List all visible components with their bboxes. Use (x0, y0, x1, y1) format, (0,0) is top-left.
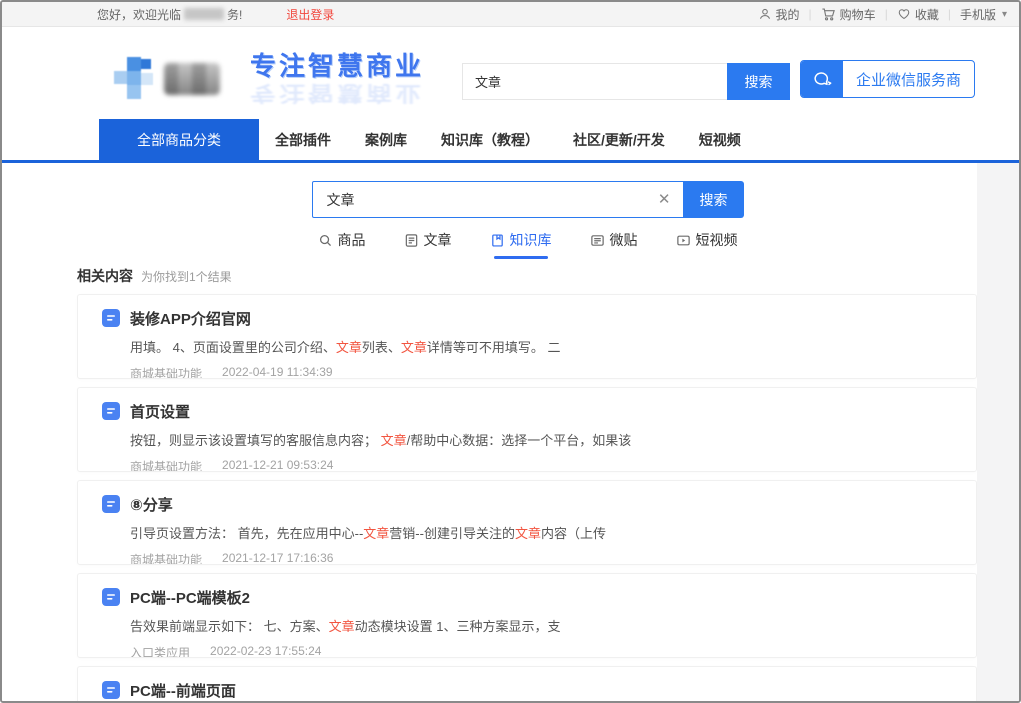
result-title[interactable]: PC端--前端页面 (130, 680, 236, 701)
site-header: 专注智慧商业 专注智慧商业 搜索 企业微信服务商 (2, 27, 1019, 119)
caret-down-icon: ▾ (1002, 9, 1007, 20)
search-tab-知识库[interactable]: 知识库 (490, 230, 552, 259)
result-snippet: 告效果前端显示如下： 七、方案、文章动态模块设置 1、三种方案显示，支 (102, 616, 952, 635)
logout-link[interactable]: 退出登录 (286, 6, 334, 23)
topbar-separator: | (809, 7, 812, 21)
result-meta: 入口类应用 2022-02-23 17:55:24 (102, 644, 952, 658)
result-card[interactable]: 首页设置 按钮，则显示该设置填写的客服信息内容； 文章/帮助中心数据：选择一个平… (77, 387, 977, 472)
result-title[interactable]: ⑧分享 (130, 494, 173, 515)
wechat-service-button[interactable]: 企业微信服务商 (800, 60, 975, 98)
topbar-link-收藏[interactable]: 收藏 (897, 6, 939, 23)
header-search-button[interactable]: 搜索 (727, 63, 790, 100)
result-title[interactable]: 首页设置 (130, 401, 190, 422)
topbar: 您好，欢迎光临 务! 退出登录 我的 | 购物车 | 收藏 | 手机版 ▾ (2, 2, 1019, 27)
greeting-suffix: 务! (227, 6, 242, 23)
result-date: 2022-02-23 17:55:24 (210, 644, 321, 658)
result-card[interactable]: PC端--PC端模板2 告效果前端显示如下： 七、方案、文章动态模块设置 1、三… (77, 573, 977, 658)
search-icon (318, 233, 333, 248)
result-meta: 商城基础功能 2022-04-19 11:34:39 (102, 365, 952, 379)
result-card[interactable]: ⑧分享 引导页设置方法： 首先，先在应用中心--文章营销--创建引导关注的文章内… (77, 480, 977, 565)
result-snippet: 引导页设置方法： 首先，先在应用中心--文章营销--创建引导关注的文章内容（上传 (102, 523, 952, 542)
user-icon (758, 7, 772, 21)
logo-pixel-icon (114, 55, 156, 103)
document-icon (102, 681, 120, 699)
document-icon (102, 402, 120, 420)
result-category: 商城基础功能 (130, 458, 202, 472)
search-tabs: 商品 文章 知识库 微贴 短视频 (19, 230, 1019, 259)
main-search: ✕ 搜索 (312, 181, 744, 218)
search-tab-短视频[interactable]: 短视频 (676, 230, 738, 259)
search-tab-微贴[interactable]: 微贴 (590, 230, 638, 259)
greeting-text: 您好，欢迎光临 务! (97, 6, 242, 23)
result-title[interactable]: PC端--PC端模板2 (130, 587, 250, 608)
result-snippet: 用填。 4、页面设置里的公司介绍、文章列表、文章详情等可不用填写。 二 (102, 337, 952, 356)
search-tab-商品[interactable]: 商品 (318, 230, 366, 259)
heart-icon (897, 7, 911, 21)
topbar-separator: | (948, 7, 951, 21)
site-logo[interactable]: 专注智慧商业 专注智慧商业 (114, 51, 424, 107)
main-nav: 全部商品分类 全部插件 案例库 知识库（教程） 社区/更新/开发 短视频 (2, 119, 1019, 163)
result-snippet: 按钮，则显示该设置填写的客服信息内容； 文章/帮助中心数据：选择一个平台，如果该 (102, 430, 952, 449)
slogan-reflection: 专注智慧商业 (250, 79, 424, 109)
result-date: 2021-12-17 17:16:36 (222, 551, 333, 565)
document-icon (102, 495, 120, 513)
search-tab-文章[interactable]: 文章 (404, 230, 452, 259)
result-date: 2022-04-19 11:34:39 (222, 365, 333, 379)
wechat-work-icon (801, 61, 843, 97)
result-card[interactable]: PC端--前端页面 (77, 666, 977, 701)
article-icon (404, 233, 419, 248)
topbar-links: 我的 | 购物车 | 收藏 | 手机版 ▾ (758, 6, 1007, 23)
main-search-input-box: ✕ (312, 181, 684, 218)
main-search-button[interactable]: 搜索 (684, 181, 744, 218)
results-list: 装修APP介绍官网 用填。 4、页面设置里的公司介绍、文章列表、文章详情等可不用… (77, 294, 977, 701)
post-icon (590, 233, 605, 248)
main-search-row: ✕ 搜索 (19, 163, 1019, 218)
topbar-link-我的[interactable]: 我的 (758, 6, 800, 23)
topbar-link-购物车[interactable]: 购物车 (821, 6, 876, 23)
document-icon (102, 588, 120, 606)
results-count-note: 为你找到1个结果 (141, 268, 232, 285)
nav-link[interactable]: 知识库（教程） (441, 130, 539, 150)
result-card[interactable]: 装修APP介绍官网 用填。 4、页面设置里的公司介绍、文章列表、文章详情等可不用… (77, 294, 977, 379)
result-date: 2021-12-21 09:53:24 (222, 458, 333, 472)
nav-link[interactable]: 社区/更新/开发 (573, 130, 665, 150)
greeting-prefix: 您好，欢迎光临 (97, 6, 181, 23)
cart-icon (821, 7, 836, 22)
content-area: ✕ 搜索 商品 文章 知识库 微贴 短视频 相关内容 为你找到1个结果 (2, 163, 1019, 701)
main-search-input[interactable] (313, 192, 646, 208)
result-meta: 商城基础功能 2021-12-21 09:53:24 (102, 458, 952, 472)
header-search: 搜索 (462, 63, 790, 100)
book-icon (490, 233, 505, 248)
browser-page: 您好，欢迎光临 务! 退出登录 我的 | 购物车 | 收藏 | 手机版 ▾ (0, 0, 1021, 703)
nav-link[interactable]: 短视频 (699, 130, 741, 150)
results-header: 相关内容 为你找到1个结果 (77, 266, 1019, 286)
nav-links: 全部插件 案例库 知识库（教程） 社区/更新/开发 短视频 (275, 119, 741, 160)
blurred-username (184, 8, 224, 20)
video-icon (676, 233, 691, 248)
result-category: 入口类应用 (130, 644, 190, 658)
slogan-block: 专注智慧商业 专注智慧商业 (250, 46, 424, 113)
blurred-logo-text (164, 63, 220, 95)
header-search-input[interactable] (462, 63, 727, 100)
wechat-service-label: 企业微信服务商 (843, 61, 974, 97)
result-title[interactable]: 装修APP介绍官网 (130, 308, 251, 329)
result-meta: 商城基础功能 2021-12-17 17:16:36 (102, 551, 952, 565)
nav-link[interactable]: 案例库 (365, 130, 407, 150)
result-category: 商城基础功能 (130, 551, 202, 565)
result-category: 商城基础功能 (130, 365, 202, 379)
slogan-text: 专注智慧商业 (250, 46, 424, 83)
nav-all-categories[interactable]: 全部商品分类 (99, 119, 259, 160)
topbar-link-手机版[interactable]: 手机版 ▾ (960, 6, 1007, 23)
results-title: 相关内容 (77, 266, 133, 286)
topbar-separator: | (885, 7, 888, 21)
document-icon (102, 309, 120, 327)
nav-link[interactable]: 全部插件 (275, 130, 331, 150)
clear-search-icon[interactable]: ✕ (646, 181, 683, 218)
